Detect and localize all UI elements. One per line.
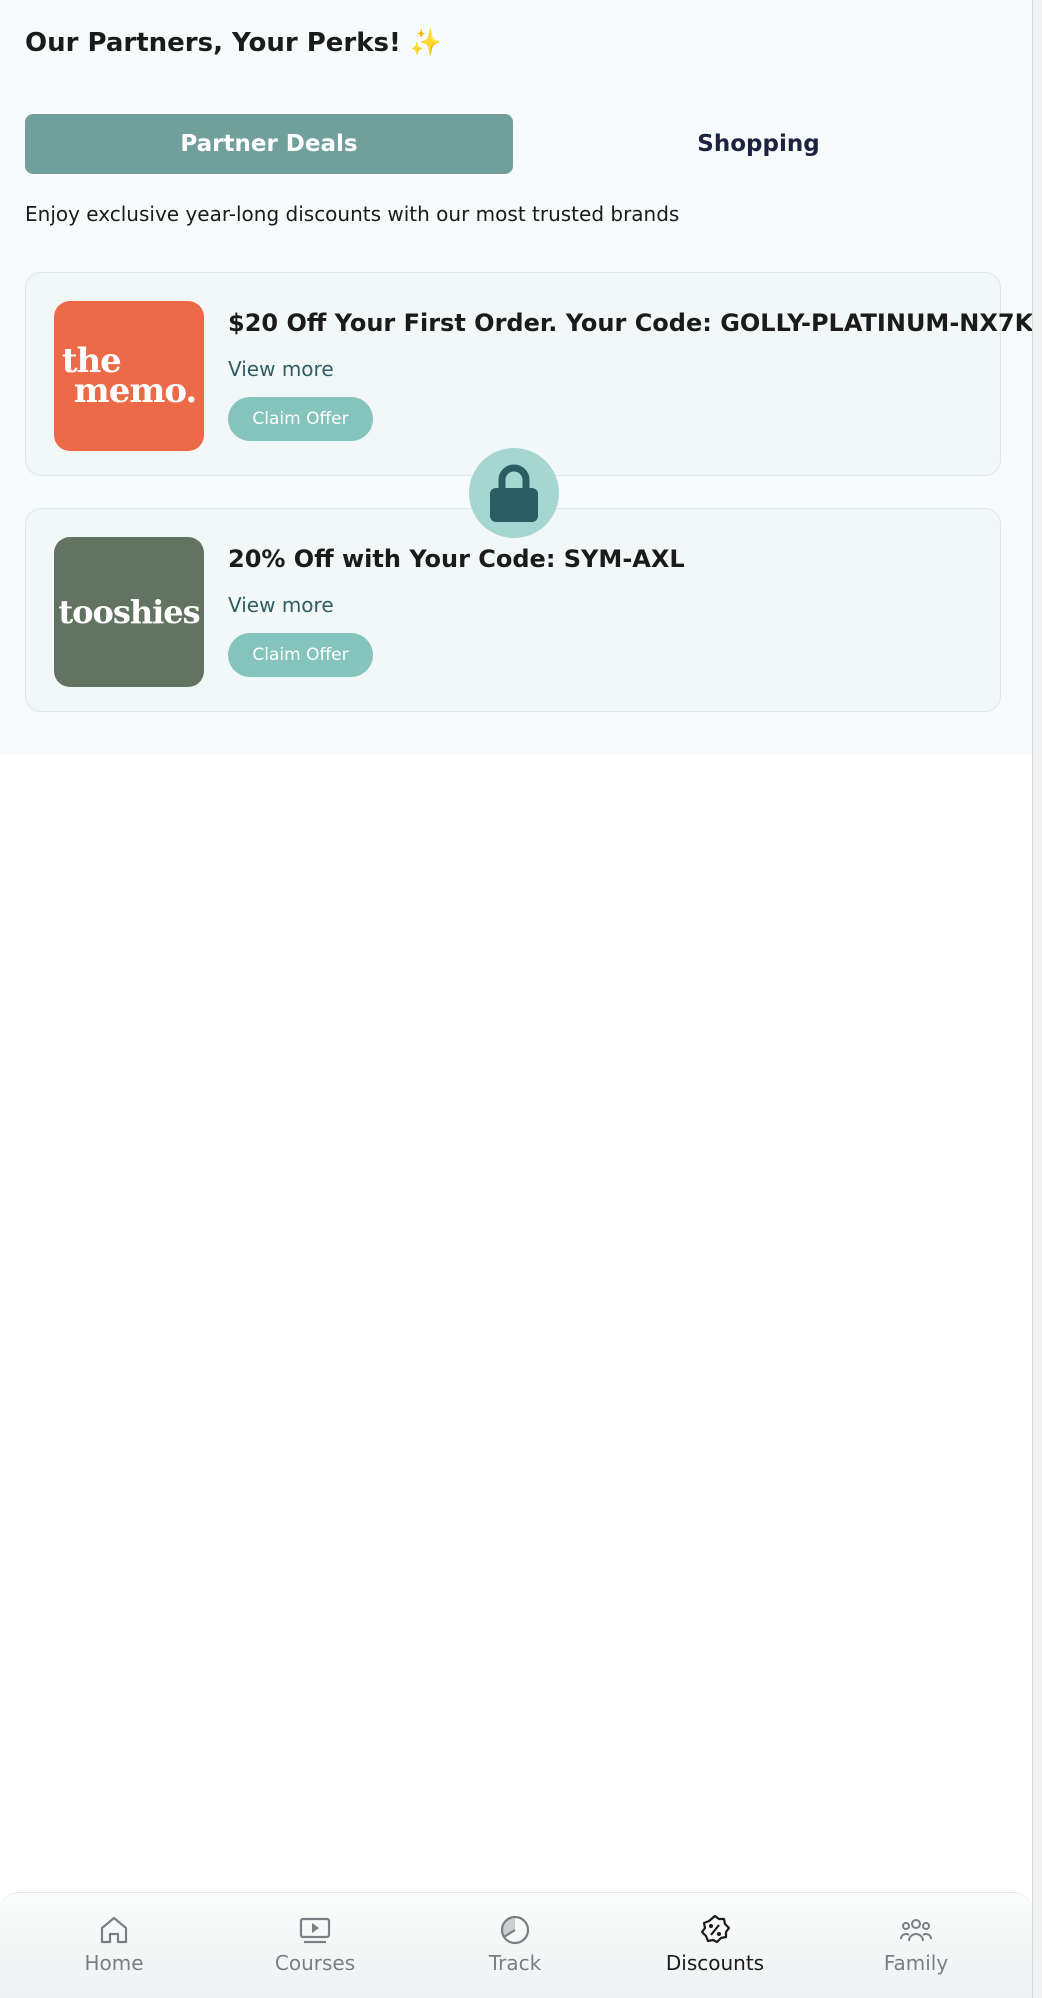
discounts-screen: Our Partners, Your Perks! ✨ Partner Deal…: [0, 0, 1032, 1998]
video-icon: [299, 1917, 331, 1944]
nav-label: Family: [883, 1951, 949, 1975]
discount-badge-icon: [700, 1914, 731, 1944]
page-title: Our Partners, Your Perks! ✨: [25, 28, 442, 58]
nav-label: Courses: [274, 1951, 356, 1975]
nav-track[interactable]: Track: [455, 1913, 575, 1987]
scrollbar[interactable]: [1032, 0, 1042, 1998]
home-icon: [100, 1916, 128, 1944]
sparkles-icon: ✨: [409, 28, 443, 58]
pie-chart-icon: [500, 1915, 530, 1945]
lock-badge: [469, 448, 559, 538]
section-subtitle: Enjoy exclusive year-long discounts with…: [25, 202, 680, 226]
lock-icon: [490, 464, 538, 522]
family-icon: [900, 1919, 932, 1942]
nav-discounts[interactable]: Discounts: [655, 1913, 775, 1987]
nav-label: Discounts: [665, 1951, 765, 1975]
bottom-nav: Home Courses Track Discounts Family: [0, 1892, 1032, 1998]
logo-text: tooshies: [58, 593, 200, 631]
offer-title: 20% Off with Your Code: SYM-AXL: [228, 545, 685, 573]
brand-logo-tooshies: tooshies: [54, 537, 204, 687]
view-more-link[interactable]: View more: [228, 593, 334, 617]
tab-bar: Partner Deals Shopping: [25, 114, 1003, 174]
offer-title: $20 Off Your First Order. Your Code: GOL…: [228, 309, 1032, 337]
nav-home[interactable]: Home: [54, 1913, 174, 1987]
view-more-link[interactable]: View more: [228, 357, 334, 381]
offer-card: the memo. $20 Off Your First Order. Your…: [25, 272, 1032, 476]
tab-shopping[interactable]: Shopping: [514, 114, 1003, 174]
claim-offer-button[interactable]: Claim Offer: [228, 633, 373, 677]
logo-text-line2: memo.: [73, 371, 197, 411]
nav-courses[interactable]: Courses: [255, 1913, 375, 1987]
nav-label: Home: [84, 1951, 144, 1975]
brand-logo-the-memo: the memo.: [54, 301, 204, 451]
page-title-text: Our Partners, Your Perks!: [25, 28, 401, 58]
offer-card: tooshies 20% Off with Your Code: SYM-AXL…: [25, 508, 1001, 712]
claim-offer-button[interactable]: Claim Offer: [228, 397, 373, 441]
tab-partner-deals[interactable]: Partner Deals: [25, 114, 513, 174]
partners-section: Our Partners, Your Perks! ✨ Partner Deal…: [0, 0, 1032, 755]
nav-label: Track: [488, 1951, 542, 1975]
nav-family[interactable]: Family: [856, 1913, 976, 1987]
